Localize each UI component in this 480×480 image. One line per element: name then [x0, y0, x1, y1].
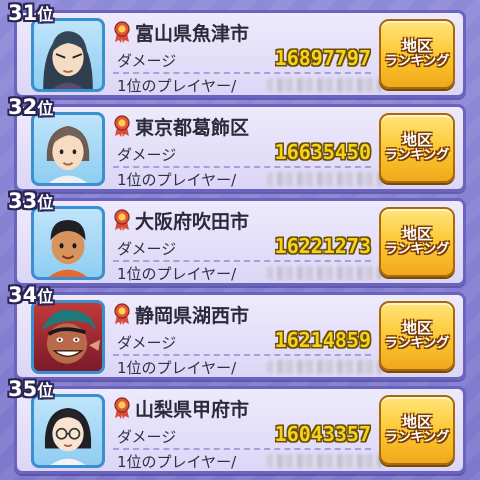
damage-label: ダメージ — [117, 52, 177, 70]
blurred-player-name — [267, 266, 383, 280]
region-name: 大阪府吹田市 — [135, 211, 250, 233]
ranking-row: 33位 大阪府吹田市 ダメージ 16221273 1位のプレイヤー/ 地区 ラン… — [8, 189, 466, 286]
medal-icon — [114, 303, 130, 325]
blurred-player-name — [267, 454, 383, 468]
divider — [113, 72, 371, 74]
region-ranking-list: 31位 富山県魚津市 ダメージ 16897797 1位のプレイヤー/ 地区 ラン… — [0, 0, 480, 480]
region-ranking-button[interactable]: 地区 ランキング — [379, 207, 455, 277]
medal-icon — [114, 397, 130, 419]
adult-woman-icon — [31, 112, 105, 186]
divider — [113, 448, 371, 450]
ranking-row: 34位 静岡県湖西市 ダメージ 16214859 1位のプレイヤー/ 地区 ラン… — [8, 283, 466, 380]
region-ranking-button[interactable]: 地区 ランキング — [379, 301, 455, 371]
region-name: 静岡県湖西市 — [135, 305, 250, 327]
divider — [113, 354, 371, 356]
region-name: 富山県魚津市 — [135, 23, 250, 45]
damage-label: ダメージ — [117, 146, 177, 164]
rank-number: 35位 — [8, 377, 54, 401]
button-label-ranking: ランキング — [384, 54, 450, 70]
damage-value: 16221273 — [274, 234, 371, 258]
blurred-player-name — [267, 78, 383, 92]
button-label-area: 地区 — [401, 130, 432, 149]
top-player-label: 1位のプレイヤー/ — [117, 453, 237, 471]
button-label-ranking: ランキング — [384, 242, 450, 258]
damage-label: ダメージ — [117, 428, 177, 446]
ranking-row: 35位 山梨県甲府市 ダメージ 16043357 1位のプレイヤー/ 地区 ラン… — [8, 377, 466, 474]
button-label-ranking: ランキング — [384, 148, 450, 164]
medal-icon — [114, 21, 130, 43]
blurred-player-name — [267, 360, 383, 374]
damage-label: ダメージ — [117, 334, 177, 352]
region-ranking-button[interactable]: 地区 ランキング — [379, 395, 455, 465]
button-label-ranking: ランキング — [384, 336, 450, 352]
divider — [113, 260, 371, 262]
top-player-label: 1位のプレイヤー/ — [117, 171, 237, 189]
ranking-row: 31位 富山県魚津市 ダメージ 16897797 1位のプレイヤー/ 地区 ラン… — [8, 1, 466, 98]
damage-value: 16635450 — [274, 140, 371, 164]
button-label-area: 地区 — [401, 224, 432, 243]
rank-number: 31位 — [8, 1, 54, 25]
damage-value: 16214859 — [274, 328, 371, 352]
damage-value: 16043357 — [274, 422, 371, 446]
button-label-area: 地区 — [401, 36, 432, 55]
top-player-label: 1位のプレイヤー/ — [117, 359, 237, 377]
region-name: 山梨県甲府市 — [135, 399, 250, 421]
rank-number: 34位 — [8, 283, 54, 307]
divider — [113, 166, 371, 168]
top-player-label: 1位のプレイヤー/ — [117, 77, 237, 95]
damage-value: 16897797 — [274, 46, 371, 70]
button-label-area: 地区 — [401, 412, 432, 431]
button-label-area: 地区 — [401, 318, 432, 337]
girl-dark-hair-icon — [31, 18, 105, 92]
boy-tan-icon — [31, 206, 105, 280]
medal-icon — [114, 115, 130, 137]
region-ranking-button[interactable]: 地区 ランキング — [379, 113, 455, 183]
rank-number: 32位 — [8, 95, 54, 119]
medal-icon — [114, 209, 130, 231]
rank-number: 33位 — [8, 189, 54, 213]
region-ranking-button[interactable]: 地区 ランキング — [379, 19, 455, 89]
top-player-label: 1位のプレイヤー/ — [117, 265, 237, 283]
ranking-row: 32位 東京都葛飾区 ダメージ 16635450 1位のプレイヤー/ 地区 ラン… — [8, 95, 466, 192]
region-name: 東京都葛飾区 — [135, 117, 250, 139]
girl-glasses-icon — [31, 394, 105, 468]
grinning-man-icon — [31, 300, 105, 374]
blurred-player-name — [267, 172, 383, 186]
button-label-ranking: ランキング — [384, 430, 450, 446]
damage-label: ダメージ — [117, 240, 177, 258]
